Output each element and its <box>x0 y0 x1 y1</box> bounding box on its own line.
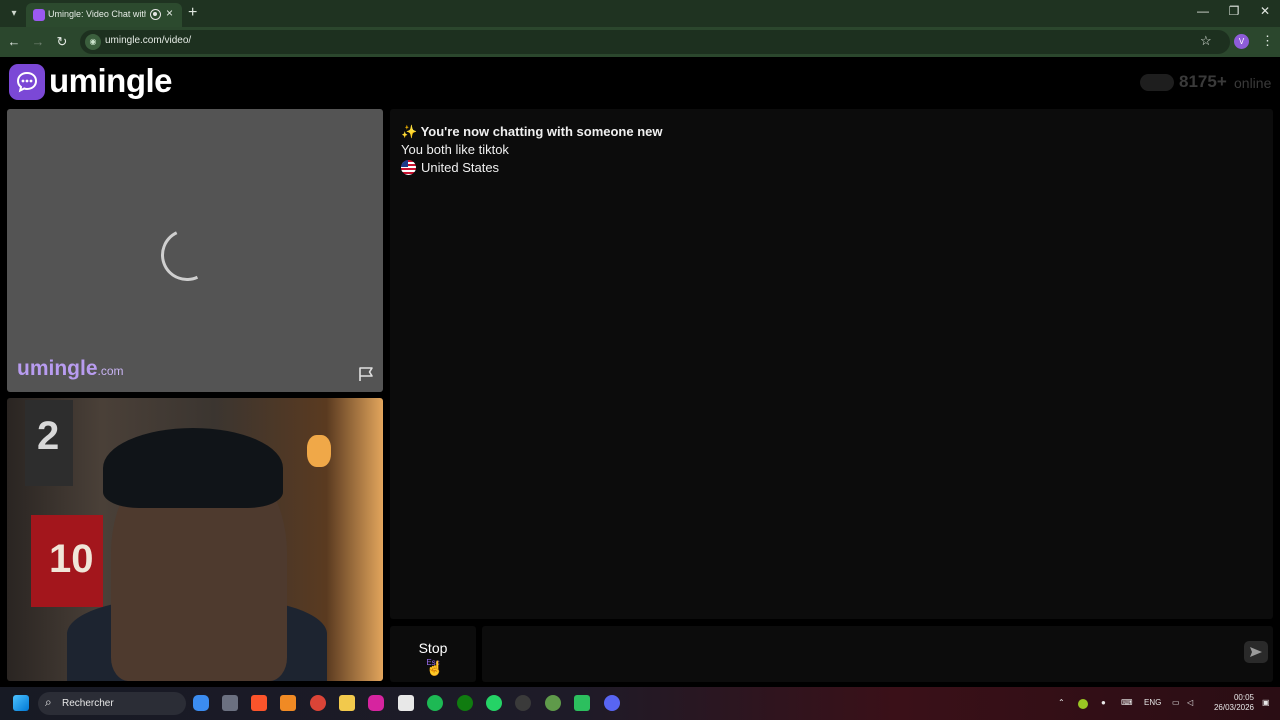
window-close-icon[interactable]: ✕ <box>1250 4 1280 18</box>
search-icon: ⌕ <box>45 695 52 709</box>
address-bar: ← → ↻ ◉ umingle.com/video/ ☆ <box>0 27 1280 57</box>
microphone-icon[interactable]: ● <box>1101 698 1106 707</box>
stranger-video: umingle.com <box>7 109 383 392</box>
instagram-icon[interactable] <box>368 695 384 711</box>
chat-common-interest: You both like tiktok <box>401 142 509 157</box>
volume-icon[interactable]: ◁ <box>1187 698 1193 707</box>
sparkles-icon: ✨ <box>401 124 418 139</box>
jersey-bottom-number: 10 <box>49 537 94 581</box>
logo-text[interactable]: umingle <box>49 62 173 100</box>
message-input[interactable] <box>482 626 1273 682</box>
url-text: umingle.com/video/ <box>105 35 192 46</box>
send-icon <box>1250 647 1262 657</box>
logo-chat-icon[interactable] <box>9 64 45 100</box>
chat-country: United States <box>401 160 499 175</box>
wall-jersey-number: 2 <box>25 400 73 486</box>
browser-tab[interactable]: Umingle: Video Chat with S × <box>26 3 182 27</box>
online-count: 8175+ <box>1179 72 1227 91</box>
video-watermark: umingle.com <box>17 357 124 381</box>
tray-app-icon[interactable] <box>1078 699 1088 709</box>
minimize-icon[interactable]: — <box>1188 4 1218 18</box>
chrome-profile-icon[interactable] <box>545 695 561 711</box>
online-toggle[interactable] <box>1140 74 1174 91</box>
jersey-top-number: 2 <box>37 414 60 458</box>
browser-tab-bar: ▾ Umingle: Video Chat with S × + — ❐ ✕ <box>0 0 1280 27</box>
tab-title: Umingle: Video Chat with S <box>48 9 146 19</box>
menu-kebab-icon[interactable]: ⋮ <box>1261 33 1274 49</box>
clock[interactable]: 00:05 26/03/2026 <box>1200 693 1254 713</box>
page: umingle 8175+ online umingle.com 2 10 ✨ … <box>0 57 1280 687</box>
whatsapp-icon[interactable] <box>486 695 502 711</box>
reload-icon[interactable]: ↻ <box>54 34 70 50</box>
lamp-light <box>307 435 331 467</box>
restore-icon[interactable]: ❐ <box>1219 4 1249 18</box>
back-icon[interactable]: ← <box>6 34 22 49</box>
close-icon[interactable]: × <box>166 6 173 20</box>
country-name: United States <box>421 160 500 175</box>
network-icon[interactable]: ▭ <box>1172 698 1180 707</box>
search-placeholder: Rechercher <box>62 698 114 709</box>
chat-log: ✨ You're now chatting with someone new Y… <box>390 109 1273 619</box>
obs-icon[interactable] <box>515 695 531 711</box>
notifications-icon[interactable]: ▣ <box>1262 698 1270 707</box>
language-indicator[interactable]: ENG <box>1144 698 1161 707</box>
tab-search-icon[interactable]: ▾ <box>6 6 22 22</box>
us-flag-icon <box>401 160 416 175</box>
discord-icon[interactable] <box>604 695 620 711</box>
file-explorer-icon[interactable] <box>339 695 355 711</box>
new-tab-icon[interactable]: + <box>188 4 197 22</box>
wall-jersey-red: 10 <box>31 515 103 607</box>
media-player-icon[interactable] <box>574 695 590 711</box>
report-flag-icon[interactable] <box>357 365 375 383</box>
clock-date: 26/03/2026 <box>1213 703 1254 712</box>
stop-label: Stop <box>418 640 448 656</box>
profile-avatar[interactable]: V <box>1234 34 1249 49</box>
mouse-cursor: ☝ <box>426 660 444 676</box>
bookmark-star-icon[interactable]: ☆ <box>1200 33 1212 49</box>
send-button[interactable] <box>1244 641 1268 663</box>
vlc-icon[interactable] <box>280 695 296 711</box>
app-icon[interactable] <box>222 695 238 711</box>
recording-icon <box>150 9 161 20</box>
spotify-icon[interactable] <box>427 695 443 711</box>
forward-icon[interactable]: → <box>30 34 46 49</box>
person-cap <box>103 428 283 508</box>
brave-icon[interactable] <box>251 695 267 711</box>
tray-overflow-icon[interactable]: ⌃ <box>1058 698 1065 707</box>
self-video: 2 10 <box>7 398 383 681</box>
clock-time: 00:05 <box>1233 693 1254 702</box>
watermark-brand: umingle <box>17 357 98 380</box>
keyboard-icon[interactable]: ⌨ <box>1121 698 1133 707</box>
store-icon[interactable] <box>398 695 414 711</box>
online-label: online <box>1234 75 1272 91</box>
windows-start-icon[interactable] <box>13 695 29 711</box>
url-input[interactable]: ◉ umingle.com/video/ ☆ <box>80 30 1230 54</box>
chat-system-message: ✨ You're now chatting with someone new <box>401 124 663 140</box>
chrome-icon[interactable] <box>310 695 326 711</box>
defender-icon[interactable] <box>193 695 209 711</box>
site-info-icon[interactable]: ◉ <box>85 34 101 50</box>
umingle-favicon <box>33 9 45 21</box>
loading-spinner <box>153 221 221 289</box>
taskbar-search[interactable]: ⌕ Rechercher <box>38 692 186 715</box>
watermark-tld: .com <box>97 364 124 378</box>
xbox-icon[interactable] <box>457 695 473 711</box>
taskbar: ⌕ Rechercher ⌃ ● ⌨ ENG ▭ ◁ 00:05 26/03/2… <box>0 687 1280 720</box>
chat-title: You're now chatting with someone new <box>420 124 663 139</box>
